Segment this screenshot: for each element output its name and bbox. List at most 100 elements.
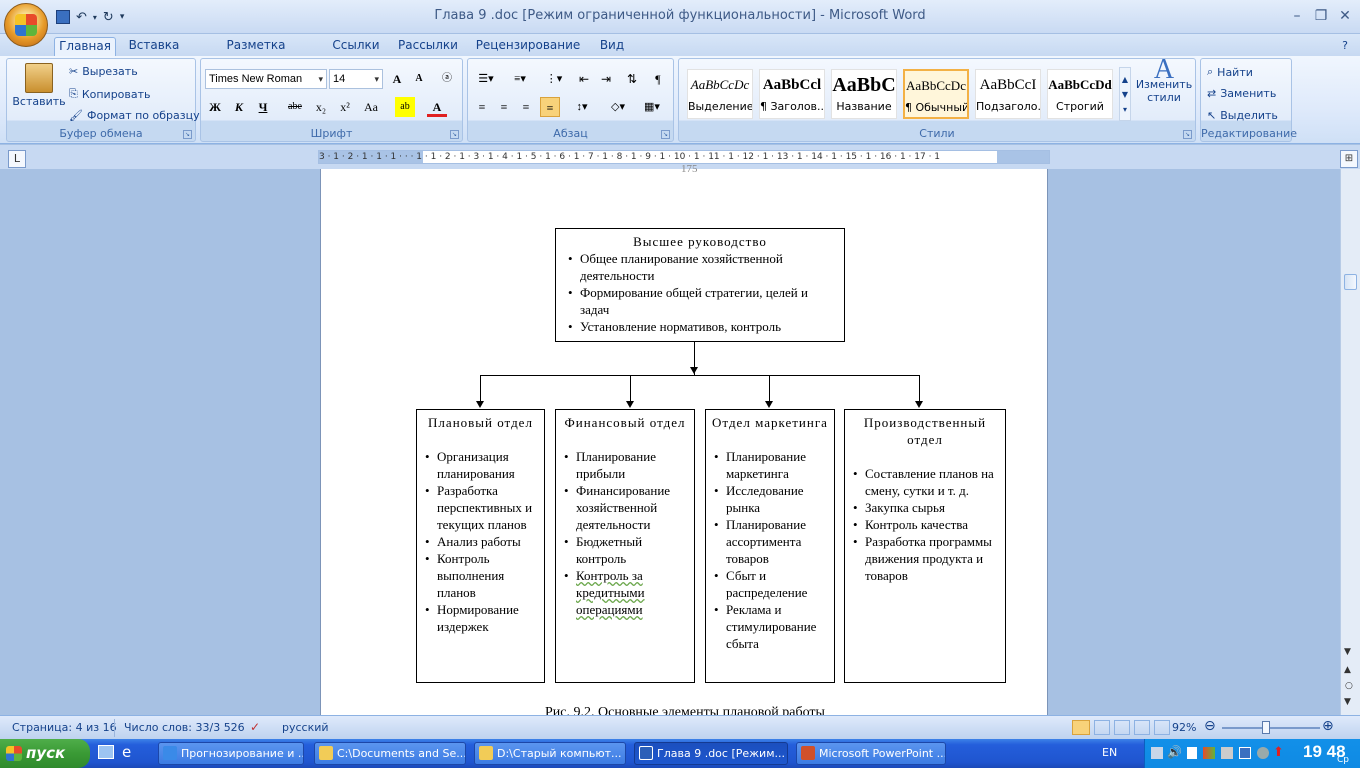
start-button[interactable]: пуск [0,739,90,768]
line-spacing-icon[interactable]: ↕▾ [568,97,596,117]
outline-icon[interactable] [1134,720,1150,735]
taskbar-item[interactable]: D:\Старый компьют... [474,742,626,765]
tray-app-icon[interactable] [1239,747,1251,759]
format-painter-button[interactable]: 🖌 Формат по образцу [69,109,200,122]
tray-app-icon[interactable] [1221,747,1233,759]
style-emphasis[interactable]: AaBbCcDc Выделение [687,69,753,119]
styles-launcher-icon[interactable]: ↘ [1183,130,1192,139]
style-normal[interactable]: AaBbCcDc ¶ Обычный [903,69,969,119]
increase-indent-icon[interactable]: ⇥ [596,69,616,89]
tray-app-icon[interactable] [1257,747,1269,759]
zoom-out-icon[interactable]: ⊖ [1204,718,1216,734]
style-title[interactable]: AaBbC Название [831,69,897,119]
bold-button[interactable]: Ж [205,97,225,117]
borders-icon[interactable]: ▦▾ [638,97,666,117]
more-icon[interactable]: ▾ [1123,105,1127,114]
tab-view[interactable]: Вид [594,37,630,56]
show-desktop-icon[interactable] [98,745,114,759]
taskbar-item[interactable]: Прогнозирование и ... [158,742,304,765]
tab-review[interactable]: Рецензирование [474,37,582,56]
taskbar-item[interactable]: Microsoft PowerPoint ... [796,742,946,765]
scroll-down-icon[interactable]: ▼ [1344,647,1351,657]
font-color-icon[interactable]: A [427,97,447,117]
scroll-down-icon[interactable]: ▼ [1122,90,1128,99]
align-left-icon[interactable]: ≡ [472,97,492,117]
highlight-icon[interactable]: ab [395,97,415,117]
clipboard-launcher-icon[interactable]: ↘ [183,130,192,139]
styles-scroll[interactable]: ▲ ▼ ▾ [1119,67,1131,121]
subscript-button[interactable]: x₂ [311,97,331,117]
zoom-slider[interactable] [1222,727,1320,729]
font-size-combo[interactable]: 14 [329,69,383,89]
show-marks-icon[interactable]: ¶ [648,69,668,89]
shrink-font-button[interactable]: A [409,69,429,89]
draft-icon[interactable] [1154,720,1170,735]
next-page-icon[interactable]: ▼ [1344,697,1351,707]
tab-home[interactable]: Главная [54,37,116,56]
taskbar-item-active[interactable]: Глава 9 .doc [Режим... [634,742,788,765]
word-count[interactable]: Число слов: 33/3 526 [124,721,245,734]
paragraph-launcher-icon[interactable]: ↘ [661,130,670,139]
web-layout-icon[interactable] [1114,720,1130,735]
decrease-indent-icon[interactable]: ⇤ [574,69,594,89]
style-heading[interactable]: AaBbCcl ¶ Заголов... [759,69,825,119]
keyboard-layout[interactable]: EN [1102,746,1117,759]
italic-button[interactable]: К [229,97,249,117]
superscript-button[interactable]: x² [335,97,355,117]
tab-insert[interactable]: Вставка [124,37,184,56]
paste-button[interactable]: Вставить [11,63,67,108]
zoom-level[interactable]: 92% [1172,721,1196,734]
align-center-icon[interactable]: ≡ [494,97,514,117]
browse-object-icon[interactable]: ○ [1345,681,1353,691]
change-styles-button[interactable]: A Изменить стили [1135,56,1193,105]
tab-page-layout[interactable]: Разметка страницы [196,37,316,69]
tab-mailings[interactable]: Рассылки [396,37,460,56]
sort-icon[interactable]: ⇅ [622,69,642,89]
underline-button[interactable]: Ч [253,97,273,117]
copy-button[interactable]: ⎘ Копировать [69,87,151,101]
language-indicator[interactable]: русский [282,721,329,734]
numbering-icon[interactable]: ≡▾ [506,69,534,89]
tray-app-icon[interactable] [1203,747,1215,759]
strikethrough-button[interactable]: abe [285,97,305,117]
office-button[interactable] [4,3,48,47]
clear-format-icon[interactable]: ⓐ [437,69,457,89]
bullets-icon[interactable]: ☰▾ [472,69,500,89]
safely-remove-icon[interactable]: ⬆ [1273,745,1284,760]
close-icon[interactable]: ✕ [1332,6,1358,26]
font-launcher-icon[interactable]: ↘ [450,130,459,139]
minimize-icon[interactable]: – [1284,6,1310,26]
page-count[interactable]: Страница: 4 из 16 [12,721,117,734]
style-strong[interactable]: AaBbCcDd Строгий [1047,69,1113,119]
horizontal-ruler[interactable]: 3 · 1 · 2 · 1 · 1 · 1 · · · 1 · 1 · 2 · … [318,150,1050,164]
view-ruler-icon[interactable]: ⊞ [1340,150,1358,168]
style-subtitle[interactable]: AaBbCcI Подзаголо... [975,69,1041,119]
font-name-combo[interactable]: Times New Roman [205,69,327,89]
shading-icon[interactable]: ◇▾ [604,97,632,117]
scroll-up-icon[interactable]: ▲ [1122,75,1128,84]
scroll-thumb[interactable] [1344,274,1357,290]
find-button[interactable]: ⌕ Найти [1207,65,1253,79]
replace-button[interactable]: ⇄ Заменить [1207,87,1276,100]
help-icon[interactable]: ? [1336,37,1354,56]
document-page[interactable]: 175 Высшее руководство Общее планировани… [320,163,1048,715]
grow-font-button[interactable]: A [387,69,407,89]
cut-button[interactable]: ✂ Вырезать [69,65,138,78]
tab-references[interactable]: Ссылки [328,37,384,56]
align-right-icon[interactable]: ≡ [516,97,536,117]
multilevel-list-icon[interactable]: ⋮▾ [540,69,568,89]
ie-icon[interactable]: e [122,743,131,761]
volume-icon[interactable]: 🔊 [1167,745,1182,759]
change-case-button[interactable]: Aa [361,97,381,117]
tab-selector-icon[interactable]: L [8,150,26,168]
taskbar-item[interactable]: C:\Documents and Se... [314,742,466,765]
print-layout-icon[interactable] [1072,720,1090,735]
select-button[interactable]: ↖ Выделить [1207,109,1278,122]
prev-page-icon[interactable]: ▲ [1344,665,1351,675]
restore-icon[interactable]: ❐ [1308,6,1334,26]
tray-app-icon[interactable] [1187,747,1197,759]
full-screen-icon[interactable] [1094,720,1110,735]
proofing-icon[interactable]: ✓ [250,720,260,734]
network-icon[interactable] [1151,747,1163,759]
zoom-in-icon[interactable]: ⊕ [1322,718,1334,734]
